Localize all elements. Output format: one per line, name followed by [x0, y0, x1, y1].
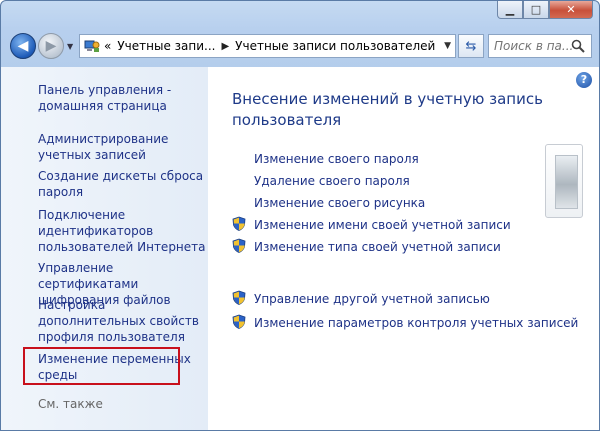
sidebar-link-online-ids[interactable]: Подключение идентификаторов пользователе…	[38, 207, 206, 255]
address-overflow-chevron[interactable]: «	[104, 39, 111, 53]
refresh-icon: ⇆	[465, 38, 477, 54]
close-icon: ✕	[566, 3, 576, 16]
search-box	[488, 34, 592, 58]
back-button[interactable]: ◀	[10, 33, 36, 59]
maximize-button[interactable]: □	[523, 1, 549, 19]
task-link-remove-password[interactable]: Удаление своего пароля	[254, 173, 410, 189]
window: ▁ □ ✕ ◀ ▶ ▼ « Учетные запи... ▶ Учетные …	[0, 0, 600, 431]
task-link-uac-settings[interactable]: Изменение параметров контроля учетных за…	[254, 315, 578, 331]
maximize-icon: □	[530, 3, 542, 16]
highlight-box	[23, 347, 180, 385]
see-also-heading: См. также	[38, 397, 103, 411]
content-area: Панель управления - домашняя страница Ад…	[1, 67, 599, 430]
recent-pages-dropdown[interactable]: ▼	[67, 42, 73, 51]
page-title: Внесение изменений в учетную запись поль…	[232, 90, 543, 129]
task-link-change-password[interactable]: Изменение своего пароля	[254, 151, 419, 167]
close-button[interactable]: ✕	[549, 1, 593, 19]
minimize-icon: ▁	[505, 3, 515, 16]
task-link-change-account-type[interactable]: Изменение типа своей учетной записи	[254, 239, 501, 255]
task-link-change-account-name[interactable]: Изменение имени своей учетной записи	[254, 217, 511, 233]
minimize-button[interactable]: ▁	[497, 1, 523, 19]
task-link-change-picture[interactable]: Изменение своего рисунка	[254, 195, 425, 211]
uac-shield-icon	[232, 314, 246, 329]
task-sidebar: Панель управления - домашняя страница Ад…	[1, 67, 208, 430]
navigation-bar: ◀ ▶ ▼ « Учетные запи... ▶ Учетные записи…	[1, 27, 599, 67]
help-button[interactable]: ?	[576, 72, 592, 88]
uac-shield-icon	[232, 290, 246, 305]
uac-shield-icon	[232, 238, 246, 253]
sidebar-link-advanced-profile[interactable]: Настройка дополнительных свойств профиля…	[38, 297, 206, 345]
breadcrumb-separator[interactable]: ▶	[221, 41, 229, 52]
sidebar-link-manage-accounts[interactable]: Администрирование учетных записей	[38, 131, 206, 163]
refresh-button[interactable]: ⇆	[458, 34, 484, 58]
user-picture-image	[555, 155, 578, 209]
address-bar[interactable]: « Учетные запи... ▶ Учетные записи польз…	[79, 34, 456, 58]
breadcrumb-user-accounts[interactable]: Учетные записи пользователей	[235, 39, 435, 53]
back-arrow-icon: ◀	[17, 38, 29, 54]
sidebar-link-control-panel-home[interactable]: Панель управления - домашняя страница	[38, 82, 206, 114]
search-input[interactable]	[494, 39, 572, 53]
control-panel-icon	[84, 40, 100, 52]
task-link-manage-another-account[interactable]: Управление другой учетной записью	[254, 291, 490, 307]
sidebar-link-password-reset-disk[interactable]: Создание дискеты сброса пароля	[38, 168, 206, 200]
search-icon[interactable]	[571, 39, 585, 53]
uac-shield-icon	[232, 216, 246, 231]
address-dropdown-icon[interactable]: ▼	[444, 41, 451, 51]
help-icon: ?	[580, 73, 588, 86]
breadcrumb-user-accounts-parent[interactable]: Учетные запи...	[117, 39, 215, 53]
forward-arrow-icon: ▶	[45, 38, 57, 54]
forward-button[interactable]: ▶	[38, 33, 64, 59]
caption-buttons: ▁ □ ✕	[497, 1, 593, 19]
user-account-picture[interactable]	[545, 144, 583, 218]
